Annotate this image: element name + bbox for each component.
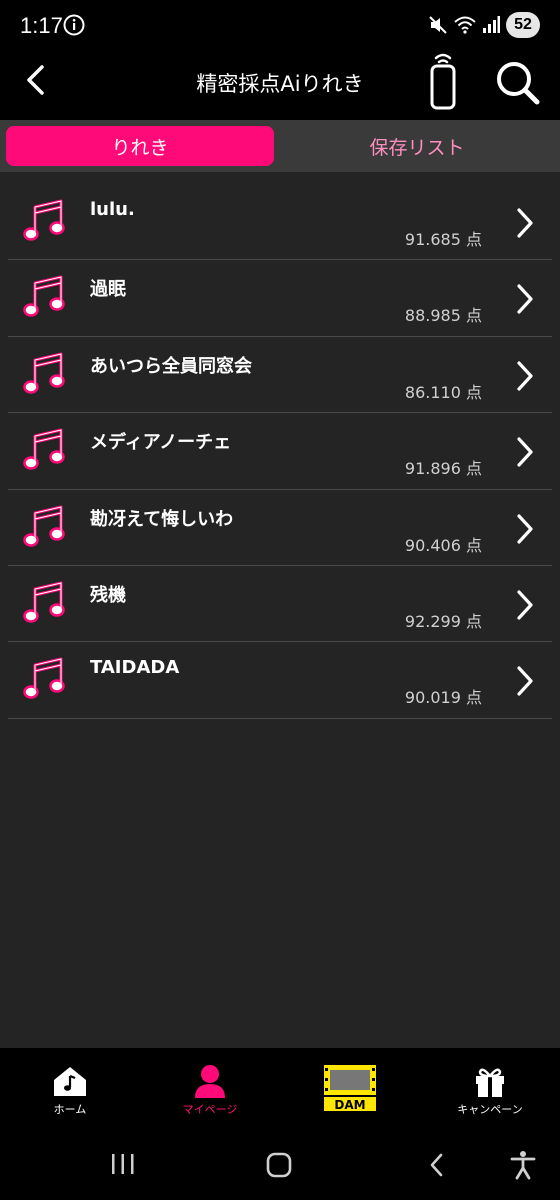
search-icon[interactable] xyxy=(493,58,541,106)
list-item[interactable]: 過眠 88.985 点 xyxy=(8,260,552,337)
nav-campaign[interactable]: キャンペーン xyxy=(420,1048,560,1126)
list-item[interactable]: TAIDADA 90.019 点 xyxy=(8,642,552,719)
nav-dam[interactable]: DAM xyxy=(280,1048,420,1126)
signal-icon xyxy=(483,16,500,33)
song-title: lulu. xyxy=(90,199,135,220)
chevron-right-icon[interactable] xyxy=(514,206,536,240)
music-note-icon xyxy=(23,505,65,547)
song-score: 91.685 点 xyxy=(404,230,482,249)
nav-home-label: ホーム xyxy=(53,1103,87,1116)
chevron-right-icon[interactable] xyxy=(514,664,536,698)
song-title: 過眠 xyxy=(90,279,126,301)
list-item[interactable]: 残機 92.299 点 xyxy=(8,566,552,643)
music-note-icon xyxy=(23,275,65,318)
list-item[interactable]: メディアノーチェ 91.896 点 xyxy=(8,413,552,490)
remote-control-icon[interactable] xyxy=(424,50,462,112)
nav-home[interactable]: ホーム xyxy=(0,1048,140,1126)
song-score: 90.019 点 xyxy=(404,688,482,708)
song-title: 残機 xyxy=(90,584,126,606)
app-header: 精密採点Aiりれき xyxy=(0,50,560,120)
dam-logo-icon: DAM xyxy=(324,1065,376,1112)
gift-icon xyxy=(476,1068,504,1097)
history-list: lulu. 91.685 点 過眠 88.985 点 あいつら全員同窓会 86.… xyxy=(0,184,560,719)
music-note-icon xyxy=(23,428,65,470)
tab-bar: りれき 保存リスト xyxy=(0,120,560,172)
page-title: 精密採点Aiりれき xyxy=(196,72,364,96)
mute-icon xyxy=(429,16,447,34)
music-note-icon xyxy=(23,352,65,394)
chevron-right-icon[interactable] xyxy=(514,588,536,622)
chevron-right-icon[interactable] xyxy=(514,435,536,469)
chevron-right-icon[interactable] xyxy=(514,359,536,393)
song-title: 勘冴えて悔しいわ xyxy=(90,508,234,530)
status-time: 1:17 xyxy=(20,13,63,38)
status-icons: 52 xyxy=(428,12,540,38)
home-icon xyxy=(54,1067,86,1096)
wifi-icon xyxy=(454,16,476,34)
song-score: 90.406 点 xyxy=(404,535,482,555)
nav-mypage-label: マイページ xyxy=(182,1103,238,1116)
song-score: 91.896 点 xyxy=(404,459,482,479)
song-score: 92.299 点 xyxy=(404,611,482,631)
home-nav-icon[interactable] xyxy=(266,1152,292,1178)
music-note-icon xyxy=(23,199,65,241)
song-score: 88.985 点 xyxy=(404,306,482,326)
song-title: あいつら全員同窓会 xyxy=(90,355,252,377)
accessibility-icon[interactable] xyxy=(510,1150,536,1180)
user-icon xyxy=(195,1065,225,1098)
nav-campaign-label: キャンペーン xyxy=(457,1103,523,1116)
dam-label: DAM xyxy=(334,1098,365,1112)
list-item[interactable]: lulu. 91.685 点 xyxy=(8,184,552,261)
tab-saved-list[interactable]: 保存リスト xyxy=(280,126,554,166)
bottom-nav: ホーム マイページ DAM キャンペーン xyxy=(0,1048,560,1126)
song-title: TAIDADA xyxy=(90,657,180,679)
music-note-icon xyxy=(23,657,65,700)
list-item[interactable]: あいつら全員同窓会 86.110 点 xyxy=(8,337,552,414)
chevron-right-icon[interactable] xyxy=(514,512,536,546)
system-nav-bar xyxy=(0,1126,560,1200)
back-nav-icon[interactable] xyxy=(428,1152,446,1178)
nav-mypage[interactable]: マイページ xyxy=(140,1048,280,1126)
song-title: メディアノーチェ xyxy=(90,432,232,454)
song-score: 86.110 点 xyxy=(404,382,482,402)
tab-history[interactable]: りれき xyxy=(6,126,274,166)
battery-badge: 52 xyxy=(506,12,540,38)
status-bar: 1:17 52 xyxy=(0,0,560,50)
list-item[interactable]: 勘冴えて悔しいわ 90.406 点 xyxy=(8,490,552,566)
chevron-right-icon[interactable] xyxy=(514,282,536,316)
music-note-icon xyxy=(23,581,65,623)
recent-apps-icon[interactable] xyxy=(110,1152,136,1176)
info-icon xyxy=(63,14,85,36)
